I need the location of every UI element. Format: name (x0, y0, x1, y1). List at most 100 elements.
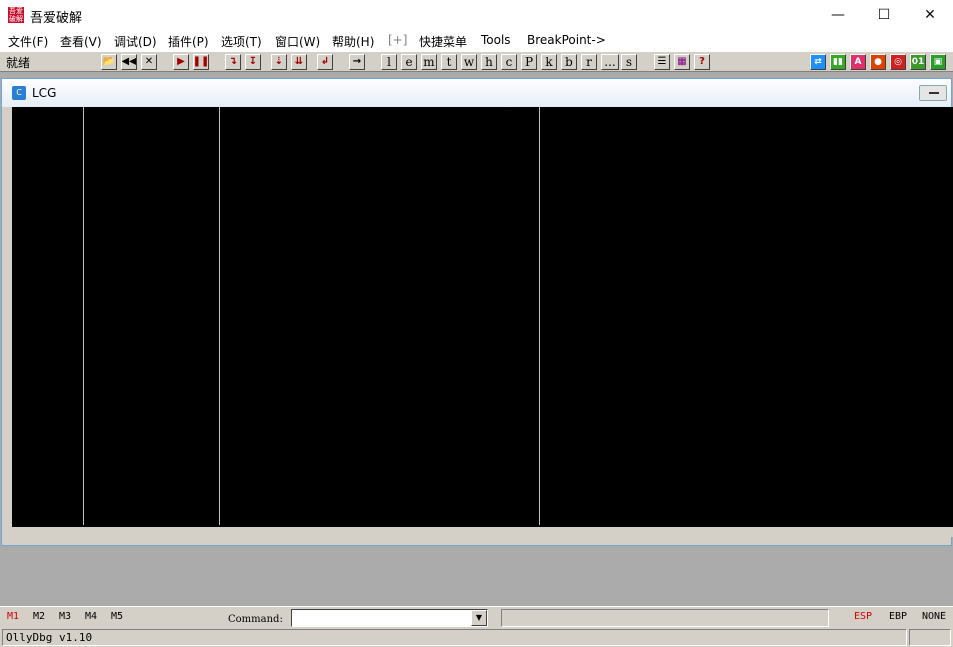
status-secondary-field (909, 629, 951, 646)
pause-button[interactable]: ❚❚ (193, 54, 209, 70)
register-none[interactable]: NONE (922, 611, 946, 622)
column-separator[interactable] (83, 107, 84, 525)
command-status-field (501, 609, 829, 627)
plugin-a-icon: A (854, 57, 862, 67)
menu-tools[interactable]: Tools (481, 33, 511, 47)
step-into-button[interactable]: ↴ (225, 54, 241, 70)
child-window-icon: C (12, 86, 26, 100)
menu-breakpoint[interactable]: BreakPoint-> (527, 33, 606, 47)
memory-tab-m4[interactable]: M4 (85, 611, 97, 622)
plugin-target-button[interactable]: ◎ (890, 54, 906, 70)
binary-icon: 01 (911, 57, 925, 67)
run-icon: ▶ (177, 56, 185, 67)
child-title-bar[interactable]: C LCG (2, 79, 951, 107)
app-logo-icon: 吾爱破解 (8, 7, 24, 23)
open-button[interactable]: 📂 (101, 54, 117, 70)
menu-plugins[interactable]: 插件(P) (168, 33, 209, 50)
breakpoints-window-button[interactable]: b (561, 54, 577, 70)
command-input[interactable] (291, 609, 488, 627)
toolbar: 就绪 📂 ◀◀ ✕ ▶ ❚❚ ↴ ↧ ⇣ ⇊ ↲ → l e m t w h c… (0, 51, 953, 72)
cpu-window-button[interactable]: c (501, 54, 517, 70)
plugin-a-button[interactable]: A (850, 54, 866, 70)
minimize-icon: — (831, 7, 845, 23)
pane-horizontal-scrollbar[interactable] (12, 525, 953, 537)
maximize-icon: ☐ (877, 7, 891, 23)
trace-over-button[interactable]: ⇊ (291, 54, 307, 70)
restart-button[interactable]: ◀◀ (121, 54, 137, 70)
patches-window-button[interactable]: P (521, 54, 537, 70)
memory-tab-m5[interactable]: M5 (111, 611, 123, 622)
command-dropdown-button[interactable]: ▼ (471, 610, 487, 626)
disassembly-pane[interactable] (12, 107, 953, 525)
plugin-green-button[interactable]: ▮▮ (830, 54, 846, 70)
threads-window-button[interactable]: t (441, 54, 457, 70)
plugin-chip-button[interactable]: ▣ (930, 54, 946, 70)
list-icon: ☰ (657, 56, 667, 67)
window-title: 吾爱破解 (30, 11, 83, 26)
modules-window-button[interactable]: e (401, 54, 417, 70)
go-to-icon: → (352, 56, 362, 67)
menu-plus[interactable]: [+] (388, 33, 407, 47)
register-esp[interactable]: ESP (854, 611, 872, 622)
menu-options[interactable]: 选项(T) (221, 33, 262, 50)
step-into-icon: ↴ (228, 56, 238, 67)
windows-window-button[interactable]: w (461, 54, 477, 70)
close-icon: ✕ (144, 56, 154, 67)
window-title-bar[interactable]: 吾爱破解 吾爱破解 — ☐ ✕ (0, 0, 953, 30)
close-window-icon: ✕ (924, 7, 936, 23)
chevron-down-icon: ▼ (475, 613, 483, 622)
grid-button[interactable]: ▦ (674, 54, 690, 70)
close-program-button[interactable]: ✕ (141, 54, 157, 70)
column-separator[interactable] (539, 107, 540, 525)
command-bar: M1 M2 M3 M4 M5 Command: ▼ ESP EBP NONE (0, 606, 953, 628)
go-to-button[interactable]: → (349, 54, 365, 70)
menu-file[interactable]: 文件(F) (8, 33, 48, 50)
plugin-green-icon: ▮▮ (833, 57, 843, 67)
trace-into-icon: ⇣ (274, 56, 284, 67)
status-bar: OllyDbg v1.10 (0, 628, 953, 647)
refresh-icon: ⇄ (814, 57, 822, 67)
rewind-icon: ◀◀ (121, 56, 137, 67)
run-trace-window-button[interactable]: ... (601, 54, 619, 70)
menu-shortcuts[interactable]: 快捷菜单 (419, 33, 467, 50)
maximize-button[interactable]: ☐ (861, 0, 907, 30)
status-text: OllyDbg v1.10 (2, 629, 907, 646)
register-ebp[interactable]: EBP (889, 611, 907, 622)
source-window-button[interactable]: s (621, 54, 637, 70)
record-icon: ● (874, 57, 882, 67)
run-button[interactable]: ▶ (173, 54, 189, 70)
execute-till-return-icon: ↲ (320, 56, 330, 67)
child-window-title: LCG (32, 86, 57, 100)
open-folder-icon: 📂 (102, 56, 116, 67)
menu-debug[interactable]: 调试(D) (114, 33, 157, 50)
handles-window-button[interactable]: h (481, 54, 497, 70)
command-label: Command: (228, 614, 283, 625)
plugin-record-button[interactable]: ● (870, 54, 886, 70)
call-stack-window-button[interactable]: k (541, 54, 557, 70)
trace-over-icon: ⇊ (294, 56, 304, 67)
step-over-icon: ↧ (248, 56, 258, 67)
child-minimize-button[interactable] (919, 85, 947, 101)
memory-tab-m1[interactable]: M1 (7, 611, 19, 622)
list-button[interactable]: ☰ (654, 54, 670, 70)
help-icon: ? (699, 56, 705, 67)
column-separator[interactable] (219, 107, 220, 525)
menu-view[interactable]: 查看(V) (60, 33, 102, 50)
help-button[interactable]: ? (694, 54, 710, 70)
plugin-refresh-button[interactable]: ⇄ (810, 54, 826, 70)
minimize-button[interactable]: — (815, 0, 861, 30)
log-window-button[interactable]: l (381, 54, 397, 70)
references-window-button[interactable]: r (581, 54, 597, 70)
memory-tab-m3[interactable]: M3 (59, 611, 71, 622)
plugin-binary-button[interactable]: 01 (910, 54, 926, 70)
memory-window-button[interactable]: m (421, 54, 437, 70)
menu-window[interactable]: 窗口(W) (275, 33, 320, 50)
menu-help[interactable]: 帮助(H) (332, 33, 374, 50)
status-ready: 就绪 (6, 56, 31, 70)
execute-till-return-button[interactable]: ↲ (317, 54, 333, 70)
close-button[interactable]: ✕ (907, 0, 953, 30)
memory-tab-m2[interactable]: M2 (33, 611, 45, 622)
trace-into-button[interactable]: ⇣ (271, 54, 287, 70)
step-over-button[interactable]: ↧ (245, 54, 261, 70)
grid-icon: ▦ (677, 56, 687, 67)
